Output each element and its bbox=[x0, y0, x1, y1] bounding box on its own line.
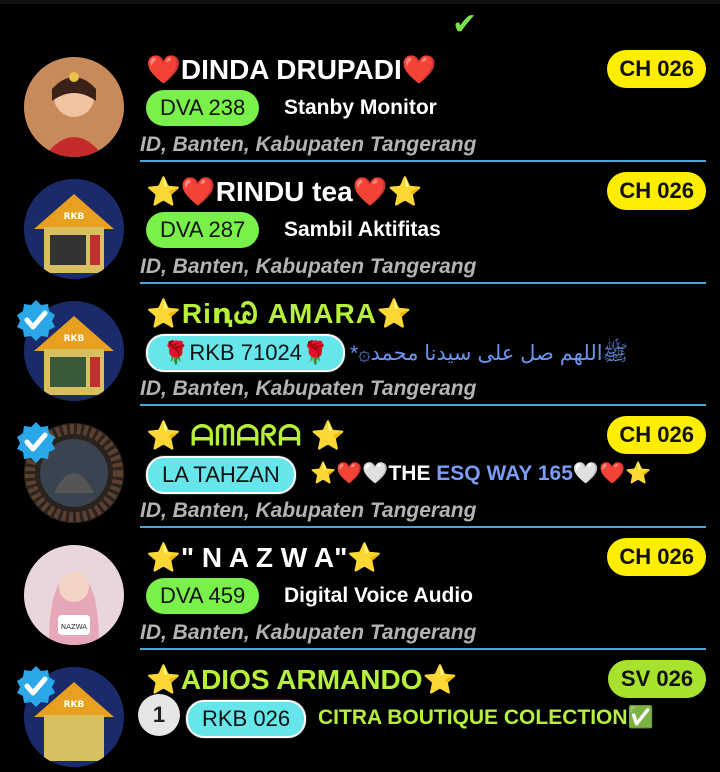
svg-text:RKB: RKB bbox=[64, 334, 85, 344]
user-name: ⭐ADIOS ARMANDO⭐ bbox=[146, 664, 458, 695]
rank-badge: 1 bbox=[138, 694, 180, 736]
status-text: Digital Voice Audio bbox=[284, 584, 474, 607]
channel-badge: SV 026 bbox=[608, 660, 706, 698]
svg-text:NAZWA: NAZWA bbox=[61, 623, 87, 631]
list-item[interactable]: RKB ⭐RiꞑᏊ AMARA⭐ 🌹RKB 71024🌹 *۞ﷺاللهم صل… bbox=[0, 284, 720, 406]
avatar[interactable]: RKB bbox=[24, 179, 124, 279]
channel-badge: CH 026 bbox=[607, 172, 706, 210]
status-suffix: 🤍❤️⭐ bbox=[572, 462, 652, 485]
svg-text:RKB: RKB bbox=[64, 212, 85, 222]
status-text: CITRA BOUTIQUE COLECTION✅ bbox=[318, 706, 654, 729]
location-text: ID, Banten, Kabupaten Tangerang bbox=[140, 499, 477, 522]
verified-icon bbox=[14, 420, 58, 464]
status-text: ⭐❤️🤍THE ESQ WAY 165🤍❤️⭐ bbox=[310, 462, 651, 486]
id-tag: DVA 287 bbox=[146, 212, 260, 248]
location-text: ID, Banten, Kabupaten Tangerang bbox=[140, 255, 477, 278]
user-name: ⭐" N A Z W A"⭐ bbox=[146, 542, 383, 573]
status-text: Stanby Monitor bbox=[284, 96, 437, 119]
channel-badge: CH 026 bbox=[607, 538, 706, 576]
list-item[interactable]: RKB ⭐❤️RINDU tea❤️⭐ CH 026 DVA 287 Sambi… bbox=[0, 162, 720, 284]
check-mark-icon: ✔ bbox=[452, 8, 478, 41]
user-list: ❤️DINDA DRUPADI❤️ CH 026 DVA 238 Stanby … bbox=[0, 40, 720, 772]
status-prefix: ⭐❤️🤍 bbox=[310, 462, 389, 485]
user-name: ⭐ ᗩᗰᗩᖇᗩ ⭐ bbox=[146, 420, 347, 451]
status-text: Sambil Aktifitas bbox=[284, 218, 441, 241]
id-tag: DVA 459 bbox=[146, 578, 260, 614]
list-item[interactable]: NAZWA ⭐" N A Z W A"⭐ CH 026 DVA 459 Digi… bbox=[0, 528, 720, 650]
verified-icon bbox=[14, 664, 58, 708]
svg-text:RKB: RKB bbox=[64, 700, 85, 710]
location-text: ID, Banten, Kabupaten Tangerang bbox=[140, 377, 477, 400]
user-name: ⭐❤️RINDU tea❤️⭐ bbox=[146, 176, 423, 207]
id-tag: 🌹RKB 71024🌹 bbox=[146, 334, 346, 372]
list-item[interactable]: ⭐ ᗩᗰᗩᖇᗩ ⭐ CH 026 LA TAHZAN ⭐❤️🤍THE ESQ W… bbox=[0, 406, 720, 528]
user-name: ⭐RiꞑᏊ AMARA⭐ bbox=[146, 298, 413, 329]
id-tag: DVA 238 bbox=[146, 90, 260, 126]
top-bar bbox=[0, 0, 720, 4]
location-text: ID, Banten, Kabupaten Tangerang bbox=[140, 621, 477, 644]
channel-badge: CH 026 bbox=[607, 416, 706, 454]
verified-icon bbox=[14, 298, 58, 342]
status-text: *۞ﷺاللهم صل على سيدنا محمد bbox=[350, 342, 628, 365]
list-item[interactable]: ❤️DINDA DRUPADI❤️ CH 026 DVA 238 Stanby … bbox=[0, 40, 720, 162]
avatar[interactable]: NAZWA bbox=[24, 545, 124, 645]
channel-badge: CH 026 bbox=[607, 50, 706, 88]
id-tag: RKB 026 bbox=[186, 700, 307, 738]
user-name: ❤️DINDA DRUPADI❤️ bbox=[146, 54, 437, 85]
status-highlight: ESQ WAY 165 bbox=[430, 462, 573, 485]
id-tag: LA TAHZAN bbox=[146, 456, 296, 494]
avatar[interactable] bbox=[24, 57, 124, 157]
list-item[interactable]: RKB ⭐ADIOS ARMANDO⭐ SV 026 RKB 026 CITRA… bbox=[0, 650, 720, 772]
status-main: THE bbox=[388, 462, 431, 485]
location-text: ID, Banten, Kabupaten Tangerang bbox=[140, 133, 477, 156]
